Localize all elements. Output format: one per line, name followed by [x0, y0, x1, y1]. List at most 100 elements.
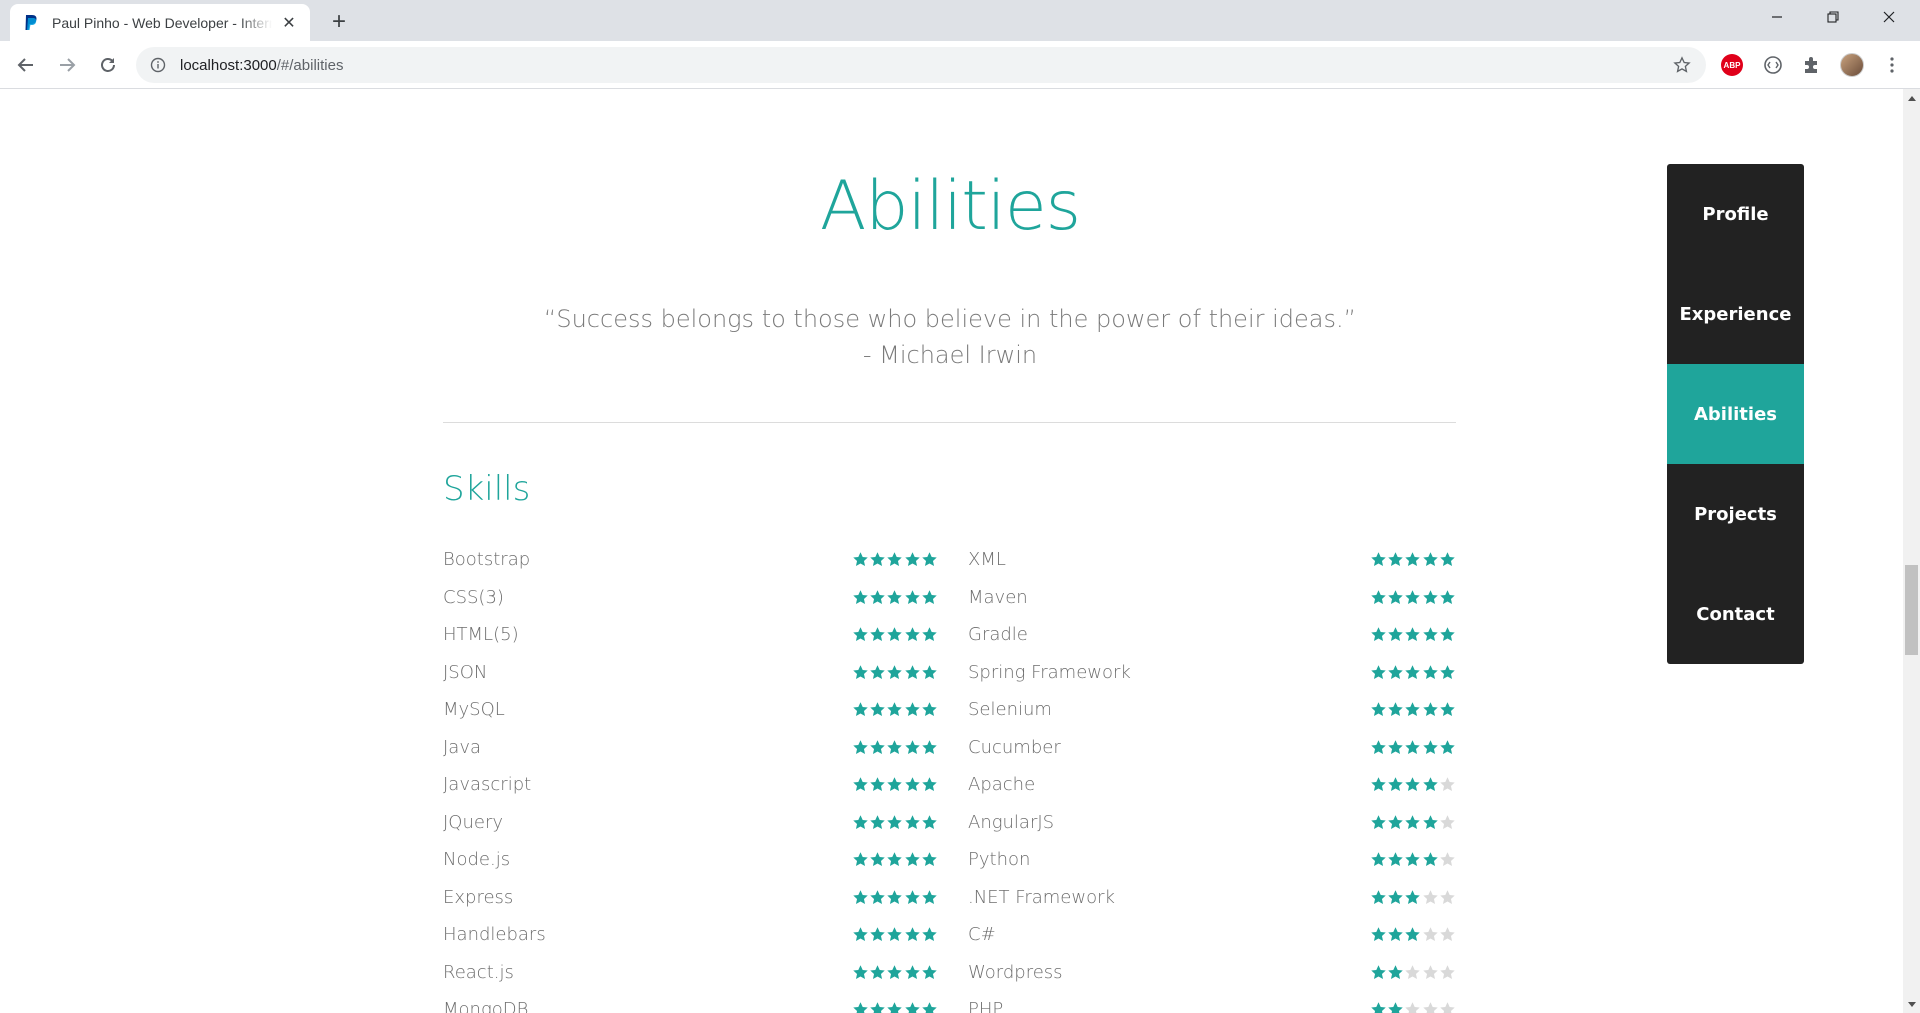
sidenav-item-experience[interactable]: Experience — [1667, 264, 1804, 364]
star-empty-icon — [1439, 814, 1456, 831]
star-filled-icon — [869, 551, 886, 568]
extension-icon[interactable] — [1761, 53, 1785, 77]
window-close-icon[interactable] — [1866, 0, 1912, 34]
skill-name: Maven — [968, 586, 1028, 608]
star-filled-icon — [1387, 1001, 1404, 1013]
kebab-menu-icon[interactable] — [1880, 53, 1904, 77]
vertical-scrollbar[interactable] — [1903, 89, 1920, 1013]
minimize-icon[interactable] — [1754, 0, 1800, 34]
skill-rating — [852, 926, 938, 943]
star-filled-icon — [852, 701, 869, 718]
skill-name: .NET Framework — [968, 886, 1115, 908]
star-filled-icon — [904, 776, 921, 793]
star-filled-icon — [1387, 814, 1404, 831]
new-tab-button[interactable]: + — [325, 8, 353, 36]
bookmark-star-icon[interactable] — [1672, 55, 1692, 75]
star-filled-icon — [852, 851, 869, 868]
skill-row: Maven — [968, 579, 1456, 617]
skill-rating — [852, 701, 938, 718]
browser-tab-bar: Paul Pinho - Web Developer - Intern ✕ + — [0, 0, 1920, 41]
star-filled-icon — [1439, 739, 1456, 756]
sidenav-item-projects[interactable]: Projects — [1667, 464, 1804, 564]
star-empty-icon — [1439, 1001, 1456, 1013]
skill-name: AngularJS — [968, 811, 1055, 833]
restore-icon[interactable] — [1810, 0, 1856, 34]
star-filled-icon — [921, 814, 938, 831]
star-filled-icon — [921, 739, 938, 756]
star-filled-icon — [1370, 626, 1387, 643]
reload-icon[interactable] — [92, 49, 124, 81]
star-filled-icon — [1422, 739, 1439, 756]
star-filled-icon — [886, 626, 903, 643]
info-icon[interactable] — [150, 57, 166, 73]
skill-name: JSON — [443, 661, 488, 683]
browser-toolbar: localhost:3000/#/abilities ABP — [0, 41, 1920, 89]
star-filled-icon — [852, 589, 869, 606]
star-filled-icon — [1404, 701, 1421, 718]
star-filled-icon — [1387, 551, 1404, 568]
star-filled-icon — [904, 964, 921, 981]
side-navigation: Profile Experience Abilities Projects Contac… — [1667, 164, 1804, 664]
star-filled-icon — [921, 664, 938, 681]
star-filled-icon — [921, 1001, 938, 1013]
skill-rating — [1370, 626, 1456, 643]
tab-close-icon[interactable]: ✕ — [280, 14, 298, 32]
star-filled-icon — [1404, 589, 1421, 606]
sidenav-item-abilities[interactable]: Abilities — [1667, 364, 1804, 464]
star-filled-icon — [886, 664, 903, 681]
skill-row: Spring Framework — [968, 654, 1456, 692]
adblock-extension-icon[interactable]: ABP — [1720, 53, 1744, 77]
forward-arrow-icon[interactable] — [51, 49, 83, 81]
star-filled-icon — [921, 964, 938, 981]
skill-rating — [1370, 1001, 1456, 1013]
section-divider — [443, 422, 1456, 423]
skill-row: JSON — [443, 654, 968, 692]
star-filled-icon — [1404, 664, 1421, 681]
star-empty-icon — [1422, 926, 1439, 943]
star-filled-icon — [869, 589, 886, 606]
browser-tab[interactable]: Paul Pinho - Web Developer - Intern ✕ — [10, 4, 310, 41]
skill-rating — [1370, 739, 1456, 756]
skill-name: Python — [968, 849, 1031, 871]
back-arrow-icon[interactable] — [10, 49, 42, 81]
scroll-down-arrow-icon[interactable] — [1903, 996, 1920, 1013]
skill-name: Spring Framework — [968, 661, 1131, 683]
star-filled-icon — [1422, 776, 1439, 793]
star-filled-icon — [886, 889, 903, 906]
skill-name: JQuery — [443, 811, 504, 833]
star-filled-icon — [1404, 739, 1421, 756]
skill-name: Node.js — [443, 849, 511, 871]
skill-name: Java — [443, 736, 482, 758]
star-filled-icon — [1370, 701, 1387, 718]
star-filled-icon — [886, 776, 903, 793]
skill-rating — [852, 889, 938, 906]
star-filled-icon — [1439, 551, 1456, 568]
star-filled-icon — [921, 776, 938, 793]
skill-rating — [1370, 701, 1456, 718]
sidenav-item-contact[interactable]: Contact — [1667, 564, 1804, 664]
star-filled-icon — [886, 814, 903, 831]
sidenav-item-profile[interactable]: Profile — [1667, 164, 1804, 264]
star-filled-icon — [1387, 626, 1404, 643]
star-filled-icon — [1387, 851, 1404, 868]
skill-rating — [1370, 926, 1456, 943]
scrollbar-thumb[interactable] — [1905, 565, 1918, 655]
skill-name: Apache — [968, 774, 1036, 796]
url-text: localhost:3000/#/abilities — [180, 57, 343, 74]
star-filled-icon — [921, 851, 938, 868]
star-filled-icon — [921, 589, 938, 606]
scroll-up-arrow-icon[interactable] — [1903, 89, 1920, 106]
star-filled-icon — [904, 701, 921, 718]
puzzle-extensions-icon[interactable] — [1800, 53, 1824, 77]
skill-name: PHP — [968, 999, 1004, 1013]
address-bar[interactable]: localhost:3000/#/abilities — [136, 47, 1706, 83]
profile-avatar[interactable] — [1840, 53, 1864, 77]
skill-rating — [1370, 889, 1456, 906]
skill-row: Wordpress — [968, 954, 1456, 992]
star-filled-icon — [1404, 626, 1421, 643]
star-empty-icon — [1404, 1001, 1421, 1013]
skill-name: Wordpress — [968, 961, 1063, 983]
skill-row: Apache — [968, 766, 1456, 804]
skills-column-right: XML Maven Gradle Spring Framework Selenium Cu… — [968, 541, 1456, 1013]
star-filled-icon — [869, 814, 886, 831]
